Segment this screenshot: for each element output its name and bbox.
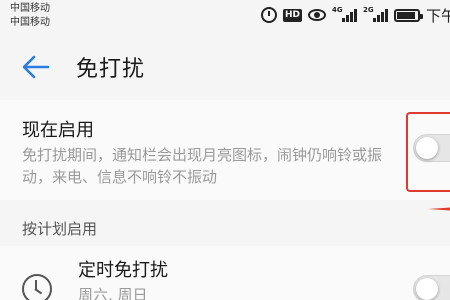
setting-row-now[interactable]: 现在启用 免打扰期间，通知栏会出现月亮图标，闹钟仍响铃或振动，来电、信息不响铃不… bbox=[0, 100, 450, 200]
scheduled-toggle[interactable] bbox=[413, 275, 450, 300]
hd-icon: HD bbox=[282, 8, 302, 22]
setting-row-scheduled[interactable] bbox=[0, 246, 450, 300]
status-bar: 中国移动 中国移动 HD 4G 2G 下午 bbox=[0, 0, 450, 34]
scheduled-title: 定时免打扰 bbox=[78, 260, 168, 281]
title-bar: 免打扰 bbox=[0, 36, 450, 98]
setting-title: 现在启用 bbox=[22, 120, 94, 141]
eye-icon bbox=[307, 9, 326, 21]
page-title: 免打扰 bbox=[76, 57, 146, 82]
carrier-label-2: 中国移动 bbox=[10, 17, 50, 28]
scheduled-subtitle: 周六, 周日 bbox=[78, 286, 148, 300]
section-header: 按计划启用 bbox=[22, 220, 98, 238]
clock-icon bbox=[22, 274, 52, 300]
battery-icon bbox=[393, 8, 423, 22]
annotation-arrow-icon bbox=[428, 207, 450, 211]
alarm-icon bbox=[260, 7, 277, 23]
carrier-label-1: 中国移动 bbox=[10, 3, 50, 14]
signal-icon: 4G bbox=[331, 6, 357, 22]
setting-description: 免打扰期间，通知栏会出现月亮图标，闹钟仍响铃或振动，来电、信息不响铃不振动 bbox=[22, 146, 383, 186]
annotation-box bbox=[406, 112, 450, 192]
toggle-knob bbox=[416, 278, 438, 300]
signal-icon: 2G bbox=[362, 6, 388, 22]
status-clock: 下午 bbox=[425, 6, 450, 25]
signal-net-label-1: 4G bbox=[331, 6, 343, 14]
back-arrow-icon[interactable] bbox=[18, 49, 54, 85]
screen: 中国移动 中国移动 HD 4G 2G 下午 免打扰 现在启用 免打扰期间，通知栏… bbox=[0, 0, 450, 300]
signal-net-label-2: 2G bbox=[362, 6, 374, 14]
status-icons: HD 4G 2G 下午 bbox=[260, 6, 450, 25]
